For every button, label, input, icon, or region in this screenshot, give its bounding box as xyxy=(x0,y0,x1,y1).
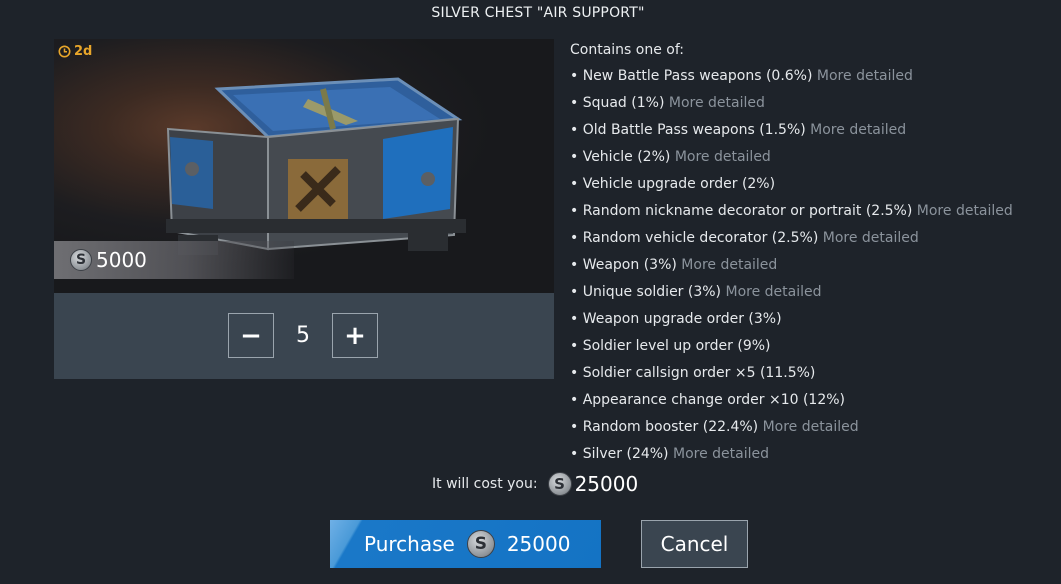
list-item: • Random nickname decorator or portrait … xyxy=(570,200,1013,227)
more-detailed-link[interactable]: More detailed xyxy=(763,419,859,435)
list-item-text: • Random booster (22.4%) xyxy=(570,419,759,435)
chest-preview: 2d S 5000 xyxy=(54,39,554,293)
list-item-text: • Unique soldier (3%) xyxy=(570,284,722,300)
list-item: • Unique soldier (3%) More detailed xyxy=(570,281,1013,308)
more-detailed-link[interactable]: More detailed xyxy=(917,203,1013,219)
more-detailed-link[interactable]: More detailed xyxy=(675,149,771,165)
chest-price-value: 5000 xyxy=(96,248,147,272)
list-item: • Appearance change order ×10 (12%) xyxy=(570,389,1013,416)
purchase-label: Purchase xyxy=(364,532,455,556)
more-detailed-link[interactable]: More detailed xyxy=(673,446,769,462)
total-cost-amount: 25000 xyxy=(574,472,639,496)
list-item: • Vehicle upgrade order (2%) xyxy=(570,173,1013,200)
total-cost-label: It will cost you: xyxy=(432,476,538,492)
list-item-text: • Vehicle (2%) xyxy=(570,149,671,165)
more-detailed-link[interactable]: More detailed xyxy=(810,122,906,138)
list-item: • Soldier level up order (9%) xyxy=(570,335,1013,362)
list-item-text: • Soldier callsign order ×5 (11.5%) xyxy=(570,365,816,381)
quantity-stepper: − 5 + xyxy=(54,293,554,379)
list-item: • Random booster (22.4%) More detailed xyxy=(570,416,1013,443)
list-item-text: • Weapon (3%) xyxy=(570,257,677,273)
list-item: • Vehicle (2%) More detailed xyxy=(570,146,1013,173)
contents-list: Contains one of: • New Battle Pass weapo… xyxy=(570,39,1013,470)
more-detailed-link[interactable]: More detailed xyxy=(823,230,919,246)
timer-text: 2d xyxy=(74,44,93,59)
list-item-text: • Random vehicle decorator (2.5%) xyxy=(570,230,819,246)
list-item: • Soldier callsign order ×5 (11.5%) xyxy=(570,362,1013,389)
list-item: • Squad (1%) More detailed xyxy=(570,92,1013,119)
chest-price: S 5000 xyxy=(54,241,294,279)
list-item-text: • Vehicle upgrade order (2%) xyxy=(570,176,776,192)
list-item-text: • Appearance change order ×10 (12%) xyxy=(570,392,846,408)
quantity-value: 5 xyxy=(296,323,310,348)
list-item-text: • Silver (24%) xyxy=(570,446,669,462)
list-item-text: • New Battle Pass weapons (0.6%) xyxy=(570,68,813,84)
cancel-button[interactable]: Cancel xyxy=(641,520,748,568)
list-item-text: • Squad (1%) xyxy=(570,95,665,111)
increase-button[interactable]: + xyxy=(332,313,378,358)
list-item: • Weapon (3%) More detailed xyxy=(570,254,1013,281)
list-item-text: • Old Battle Pass weapons (1.5%) xyxy=(570,122,806,138)
clock-icon xyxy=(58,45,71,58)
decrease-button[interactable]: − xyxy=(228,313,274,358)
list-item-text: • Random nickname decorator or portrait … xyxy=(570,203,913,219)
silver-coin-icon: S xyxy=(547,472,572,496)
list-item: • Old Battle Pass weapons (1.5%) More de… xyxy=(570,119,1013,146)
purchase-button[interactable]: Purchase S 25000 xyxy=(330,520,601,568)
more-detailed-link[interactable]: More detailed xyxy=(817,68,913,84)
more-detailed-link[interactable]: More detailed xyxy=(725,284,821,300)
silver-coin-icon: S xyxy=(466,530,495,558)
more-detailed-link[interactable]: More detailed xyxy=(681,257,777,273)
list-item: • Silver (24%) More detailed xyxy=(570,443,1013,470)
list-item: • Weapon upgrade order (3%) xyxy=(570,308,1013,335)
contents-header: Contains one of: xyxy=(570,42,685,58)
list-item: • New Battle Pass weapons (0.6%) More de… xyxy=(570,65,1013,92)
timer-badge: 2d xyxy=(58,44,92,59)
more-detailed-link[interactable]: More detailed xyxy=(669,95,765,111)
purchase-amount: 25000 xyxy=(506,532,571,556)
list-item: • Random vehicle decorator (2.5%) More d… xyxy=(570,227,1013,254)
total-cost: It will cost you: S 25000 xyxy=(432,472,638,496)
dialog-title: SILVER CHEST "AIR SUPPORT" xyxy=(431,5,645,21)
silver-coin-icon: S xyxy=(70,249,92,271)
list-item-text: • Weapon upgrade order (3%) xyxy=(570,311,782,327)
list-item-text: • Soldier level up order (9%) xyxy=(570,338,771,354)
